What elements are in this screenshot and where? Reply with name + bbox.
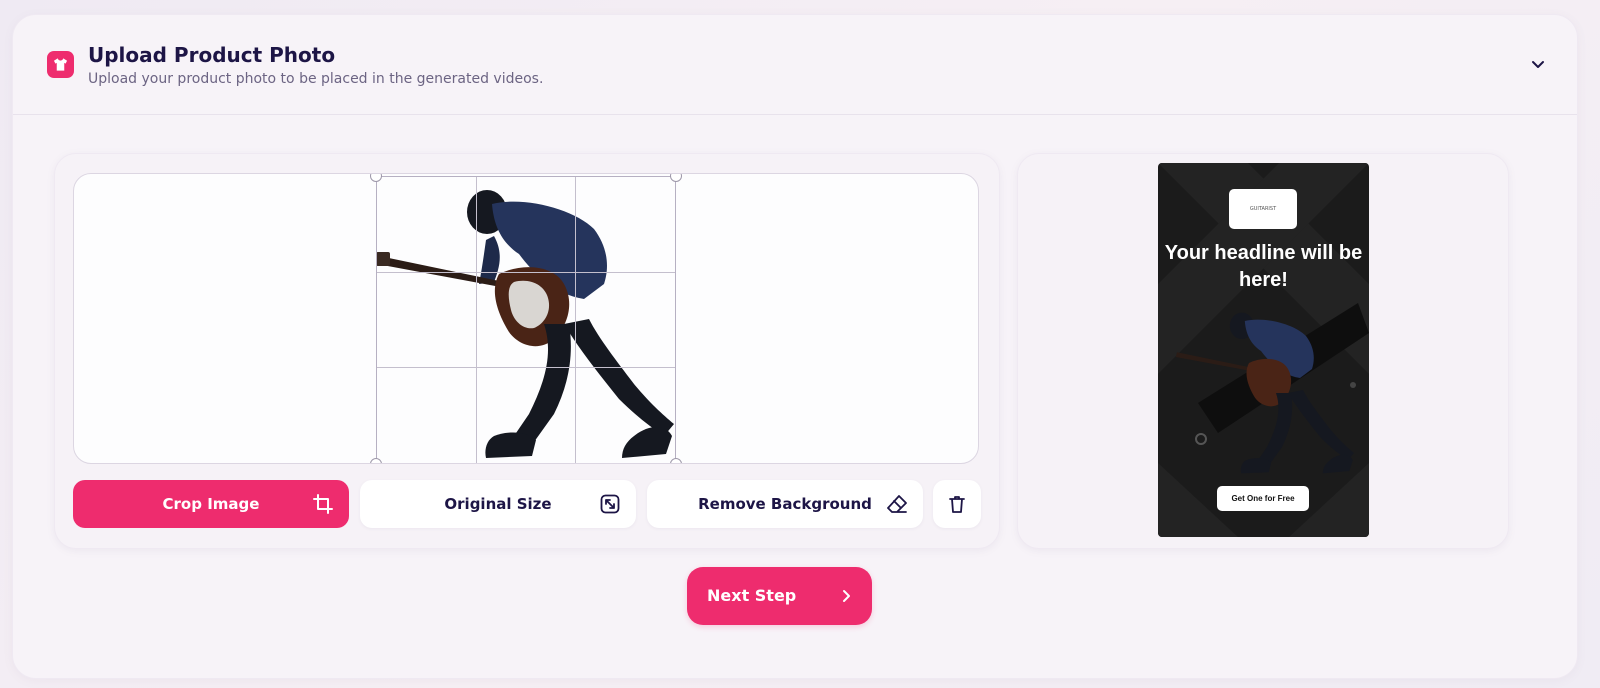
preview-headline: Your headline will be here! [1164,242,1363,291]
remove-background-button[interactable]: Remove Background [647,480,923,528]
video-preview: GUITARIST Your headline will be here! Ge… [1158,163,1369,537]
crop-grid-line [476,177,478,463]
image-canvas[interactable] [73,173,979,464]
section-subtitle: Upload your product photo to be placed i… [88,71,544,87]
chevron-down-icon[interactable] [1527,53,1549,75]
resize-icon [598,492,622,516]
crop-box[interactable] [370,174,682,463]
section-title: Upload Product Photo [88,43,336,67]
crop-handle-top-left[interactable] [370,174,382,182]
crop-image-button[interactable]: Crop Image [73,480,349,528]
crop-grid-line [377,367,675,369]
crop-grid-line [377,272,675,274]
crop-grid-line [575,177,577,463]
section-header[interactable]: Upload Product Photo Upload your product… [13,15,1577,115]
upload-product-photo-card: Upload Product Photo Upload your product… [12,14,1578,679]
brand-logo-text: GUITARIST [1249,206,1277,212]
trash-icon [947,494,967,514]
tshirt-icon [47,51,74,78]
crop-image-label: Crop Image [162,495,260,513]
chevron-right-icon [836,586,856,606]
video-preview-panel: GUITARIST Your headline will be here! Ge… [1017,153,1509,549]
preview-product-image [1175,312,1354,474]
image-editor-panel: Crop Image Original Size Remove Backgrou… [54,153,1000,549]
original-size-label: Original Size [444,495,552,513]
next-step-label: Next Step [707,586,797,605]
brand-logo: GUITARIST [1229,189,1297,229]
delete-image-button[interactable] [933,480,981,528]
crop-handle-bottom-left[interactable] [370,458,382,463]
remove-background-label: Remove Background [698,495,872,513]
preview-cta-button: Get One for Free [1217,486,1309,511]
next-step-button[interactable]: Next Step [687,567,872,625]
eraser-icon [885,492,909,516]
crop-icon [311,492,335,516]
crop-handle-bottom-right[interactable] [670,458,682,463]
original-size-button[interactable]: Original Size [360,480,636,528]
